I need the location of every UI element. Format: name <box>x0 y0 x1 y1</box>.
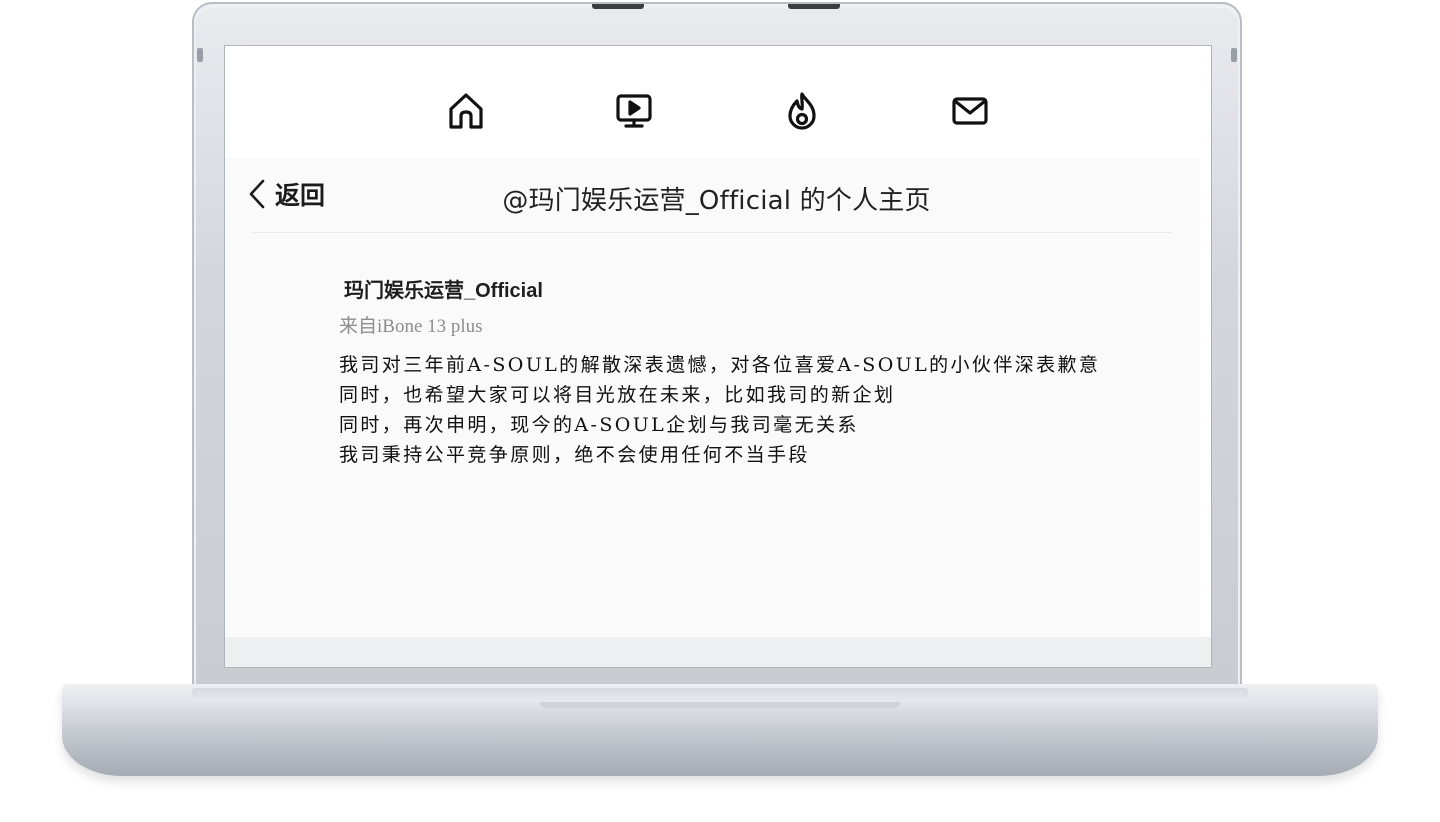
lid-notch <box>592 4 644 9</box>
post-line: 同时，再次申明，现今的A-SOUL企划与我司毫无关系 <box>339 414 859 436</box>
post-card: 玛门娱乐运营_Official 来自iBone 13 plus 我司对三年前A-… <box>339 274 1179 470</box>
keyboard-deck <box>192 688 1248 702</box>
top-nav <box>225 46 1211 158</box>
hinge <box>1231 48 1237 62</box>
laptop-screen: 返回 @玛门娱乐运营_Official 的个人主页 玛门娱乐运营_Officia… <box>225 46 1211 667</box>
home-icon[interactable] <box>445 90 487 132</box>
hinge <box>197 48 203 62</box>
screen-bottom-strip <box>225 637 1211 667</box>
author-name[interactable]: 玛门娱乐运营_Official <box>344 274 1179 303</box>
video-icon[interactable] <box>613 90 655 132</box>
post-device: 来自iBone 13 plus <box>339 316 483 337</box>
laptop-base <box>62 684 1378 776</box>
trackpad-groove <box>540 702 900 708</box>
lid-notch <box>788 4 840 9</box>
page-header: 返回 @玛门娱乐运营_Official 的个人主页 <box>225 158 1200 234</box>
post-line: 我司对三年前A-SOUL的解散深表遗憾，对各位喜爱A-SOUL的小伙伴深表歉意 <box>339 354 1101 376</box>
post-body: 我司对三年前A-SOUL的解散深表遗憾，对各位喜爱A-SOUL的小伙伴深表歉意 … <box>339 350 1179 470</box>
trending-icon[interactable] <box>781 90 823 132</box>
mail-icon[interactable] <box>949 90 991 132</box>
page-title: @玛门娱乐运营_Official 的个人主页 <box>502 186 931 216</box>
post-line: 我司秉持公平竞争原则，绝不会使用任何不当手段 <box>339 444 810 466</box>
header-divider <box>253 232 1172 233</box>
profile-panel: 返回 @玛门娱乐运营_Official 的个人主页 玛门娱乐运营_Officia… <box>225 158 1200 638</box>
post-line: 同时，也希望大家可以将目光放在未来，比如我司的新企划 <box>339 384 896 406</box>
